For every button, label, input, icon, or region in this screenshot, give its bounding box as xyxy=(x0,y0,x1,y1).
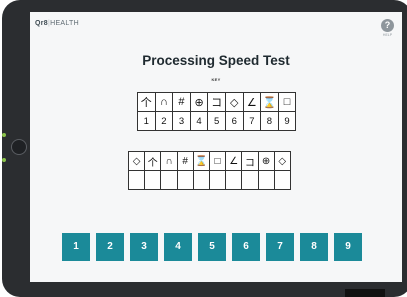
test-symbol-cell: ⌛ xyxy=(192,151,210,171)
device-edge xyxy=(345,289,385,297)
page-title: Processing Speed Test xyxy=(142,53,290,68)
answer-cell[interactable] xyxy=(241,170,259,190)
number-button-5[interactable]: 5 xyxy=(198,233,226,261)
test-symbol-cell: # xyxy=(176,151,194,171)
test-answer-row xyxy=(127,170,291,190)
number-button-6[interactable]: 6 xyxy=(232,233,260,261)
help-icon: ? xyxy=(381,19,394,32)
number-button-3[interactable]: 3 xyxy=(130,233,158,261)
side-indicator-dot xyxy=(2,158,6,162)
answer-cell[interactable] xyxy=(257,170,275,190)
key-symbol-cell: ◇ xyxy=(224,92,244,112)
help-button[interactable]: ? HELP xyxy=(381,19,394,37)
key-symbol-cell: ∠ xyxy=(242,92,262,112)
answer-cell[interactable] xyxy=(160,170,178,190)
answer-cell[interactable] xyxy=(127,170,146,190)
test-symbol-row: ◇ 个 ∩ # ⌛ □ ∠ コ ⊕ ◇ xyxy=(127,151,291,171)
key-table: 个 ∩ # ⊕ コ ◇ ∠ ⌛ □ 1 2 3 4 5 6 7 8 9 xyxy=(137,92,297,131)
number-button-9[interactable]: 9 xyxy=(334,233,362,261)
test-symbol-cell: ∩ xyxy=(160,151,178,171)
key-symbol-cell: ⌛ xyxy=(260,92,279,112)
test-symbol-cell: ◇ xyxy=(273,151,291,171)
test-symbol-cell: ◇ xyxy=(127,151,146,171)
key-number-cell: 3 xyxy=(172,111,191,131)
answer-cell[interactable] xyxy=(273,170,291,190)
key-number-cell: 2 xyxy=(154,111,174,131)
home-button[interactable] xyxy=(11,139,27,155)
answer-cell[interactable] xyxy=(208,170,227,190)
tablet-device: Qr8|HEALTH ? HELP Processing Speed Test … xyxy=(2,0,407,297)
test-symbol-cell: コ xyxy=(241,151,259,171)
answer-cell[interactable] xyxy=(225,170,243,190)
key-number-cell: 9 xyxy=(277,111,297,131)
key-number-cell: 8 xyxy=(260,111,279,131)
test-symbol-cell: □ xyxy=(208,151,227,171)
key-number-cell: 1 xyxy=(137,111,156,131)
number-button-8[interactable]: 8 xyxy=(300,233,328,261)
key-number-cell: 6 xyxy=(224,111,244,131)
answer-cell[interactable] xyxy=(192,170,210,190)
number-button-1[interactable]: 1 xyxy=(62,233,90,261)
key-number-row: 1 2 3 4 5 6 7 8 9 xyxy=(137,111,297,131)
test-table: ◇ 个 ∩ # ⌛ □ ∠ コ ⊕ ◇ xyxy=(127,151,291,190)
number-button-4[interactable]: 4 xyxy=(164,233,192,261)
key-symbol-cell: ⊕ xyxy=(189,92,209,112)
key-symbol-cell: コ xyxy=(207,92,226,112)
answer-cell[interactable] xyxy=(176,170,194,190)
app-logo: Qr8|HEALTH xyxy=(35,20,79,27)
key-symbol-cell: ∩ xyxy=(154,92,174,112)
test-symbol-cell: 个 xyxy=(144,151,162,171)
key-symbol-row: 个 ∩ # ⊕ コ ◇ ∠ ⌛ □ xyxy=(137,92,297,112)
answer-cell[interactable] xyxy=(144,170,162,190)
key-symbol-cell: 个 xyxy=(137,92,156,112)
number-button-7[interactable]: 7 xyxy=(266,233,294,261)
key-number-cell: 5 xyxy=(207,111,226,131)
test-symbol-cell: ∠ xyxy=(225,151,243,171)
test-symbol-cell: ⊕ xyxy=(257,151,275,171)
side-indicator-dot xyxy=(2,133,6,137)
key-symbol-cell: # xyxy=(172,92,191,112)
app-screen: Qr8|HEALTH ? HELP Processing Speed Test … xyxy=(30,12,402,282)
key-number-cell: 7 xyxy=(242,111,262,131)
help-label: HELP xyxy=(382,33,393,37)
key-number-cell: 4 xyxy=(189,111,209,131)
key-label: KEY xyxy=(211,77,221,82)
number-button-2[interactable]: 2 xyxy=(96,233,124,261)
key-symbol-cell: □ xyxy=(277,92,297,112)
